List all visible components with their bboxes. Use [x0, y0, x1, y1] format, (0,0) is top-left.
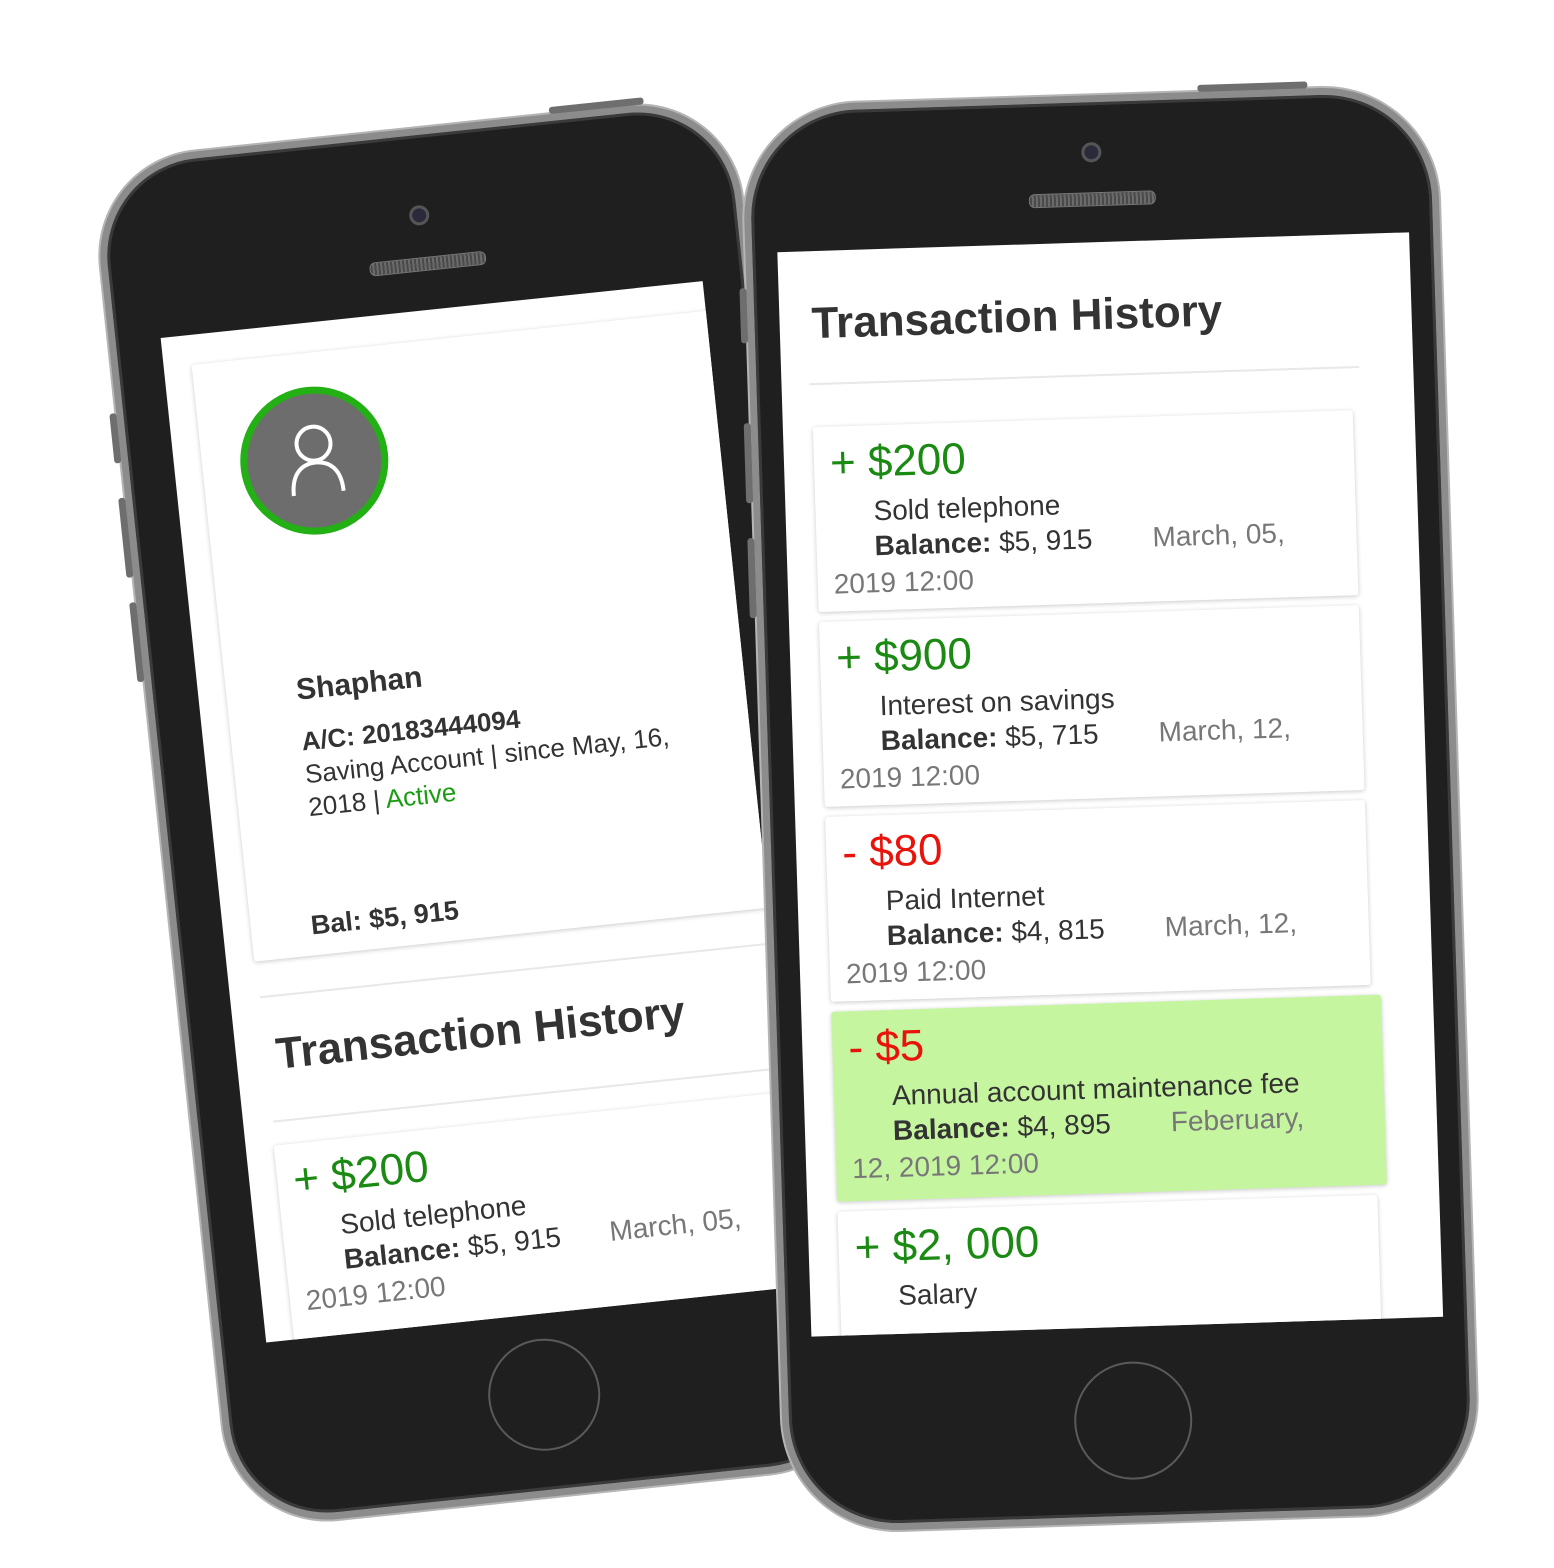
- transaction-amount: - $5: [847, 1020, 925, 1073]
- volume-down-button: [129, 602, 145, 683]
- transaction-amount: + $900: [835, 629, 973, 683]
- section-title: Transaction History: [810, 286, 1223, 349]
- power-button: [548, 97, 644, 115]
- home-button[interactable]: [1072, 1359, 1195, 1482]
- transaction-date-cont: 2019 12:00: [839, 759, 981, 795]
- transaction-date: March, 12,: [1158, 712, 1292, 748]
- balance-value: $5, 715: [1004, 718, 1100, 753]
- transaction-card[interactable]: + $900 Interest on savings Balance: $5, …: [818, 605, 1365, 807]
- section-title: Transaction History: [273, 987, 688, 1079]
- profile-card: Shaphan A/C: 20183444094 Saving Account …: [191, 310, 772, 962]
- transaction-date-cont: 2019 12:00: [304, 1270, 448, 1317]
- transaction-date: March, 12,: [1164, 907, 1298, 943]
- volume-up-button: [743, 423, 754, 504]
- transaction-description: Paid Internet: [885, 880, 1045, 917]
- transaction-date-cont: 12, 2019 12:00: [851, 1147, 1040, 1185]
- transaction-card[interactable]: + $2, 000 Salary: [837, 1194, 1384, 1337]
- mute-switch: [109, 413, 122, 464]
- transaction-description: Salary: [897, 1277, 978, 1311]
- balance-label: Balance:: [892, 1111, 1011, 1146]
- screen-right: Transaction History + $200 Sold telephon…: [777, 232, 1444, 1337]
- user-icon: [291, 424, 346, 497]
- account-label: A/C:: [300, 721, 357, 757]
- balance-value: $5, 915: [466, 1221, 563, 1262]
- transaction-amount: + $2, 000: [853, 1217, 1041, 1273]
- transaction-amount: - $80: [841, 825, 944, 878]
- phone-right: Transaction History + $200 Sold telephon…: [739, 81, 1481, 1534]
- transaction-date-cont: 2019 12:00: [833, 564, 975, 600]
- transaction-date-cont: 2019 12:00: [845, 953, 987, 990]
- divider: [809, 365, 1360, 386]
- balance-value: $5, 915: [998, 523, 1093, 558]
- balance-label: Balance:: [880, 721, 998, 757]
- volume-up-button: [118, 497, 134, 578]
- front-camera-icon: [1081, 141, 1102, 163]
- balance-value: $4, 895: [1016, 1108, 1112, 1143]
- transaction-amount: + $200: [290, 1141, 432, 1205]
- transaction-date: March, 05,: [1151, 517, 1286, 553]
- front-camera-icon: [408, 204, 431, 227]
- transaction-card-selected[interactable]: - $5 Annual account maintenance fee Bala…: [831, 994, 1387, 1202]
- mute-switch: [739, 288, 749, 344]
- home-button[interactable]: [482, 1333, 606, 1457]
- avatar[interactable]: [232, 379, 396, 542]
- balance-label: Balance:: [874, 526, 992, 562]
- transaction-card[interactable]: + $200 Sold telephone Balance: $5, 915 M…: [273, 1091, 809, 1343]
- balance-value: $4, 815: [1010, 913, 1106, 948]
- balance-label: Balance:: [886, 916, 1005, 952]
- profile-name: Shaphan: [294, 660, 424, 707]
- volume-down-button: [747, 538, 757, 619]
- transaction-card[interactable]: + $200 Sold telephone Balance: $5, 915 M…: [812, 410, 1359, 613]
- transaction-description: Interest on savings: [879, 682, 1116, 722]
- transaction-card[interactable]: - $80 Paid Internet Balance: $4, 815 Mar…: [825, 800, 1371, 1002]
- transaction-amount: + $200: [829, 434, 967, 488]
- speaker-grille: [368, 250, 487, 277]
- transaction-balance: Balance: $4, 895: [893, 1108, 1112, 1147]
- transaction-balance: Balance: $5, 915: [874, 523, 1093, 562]
- profile-balance: Bal: $5, 915: [309, 895, 461, 941]
- power-button: [1197, 81, 1308, 92]
- screen-left: Shaphan A/C: 20183444094 Saving Account …: [160, 281, 809, 1343]
- speaker-grille: [1028, 190, 1157, 209]
- transaction-balance: Balance: $4, 815: [886, 913, 1105, 952]
- transaction-description: Sold telephone: [873, 489, 1061, 527]
- transaction-date: March, 05,: [607, 1202, 743, 1247]
- account-info: A/C: 20183444094 Saving Account | since …: [300, 682, 728, 824]
- transaction-balance: Balance: $5, 715: [880, 718, 1099, 757]
- status-badge: Active: [384, 776, 458, 814]
- transaction-date: Feberuary,: [1170, 1102, 1305, 1138]
